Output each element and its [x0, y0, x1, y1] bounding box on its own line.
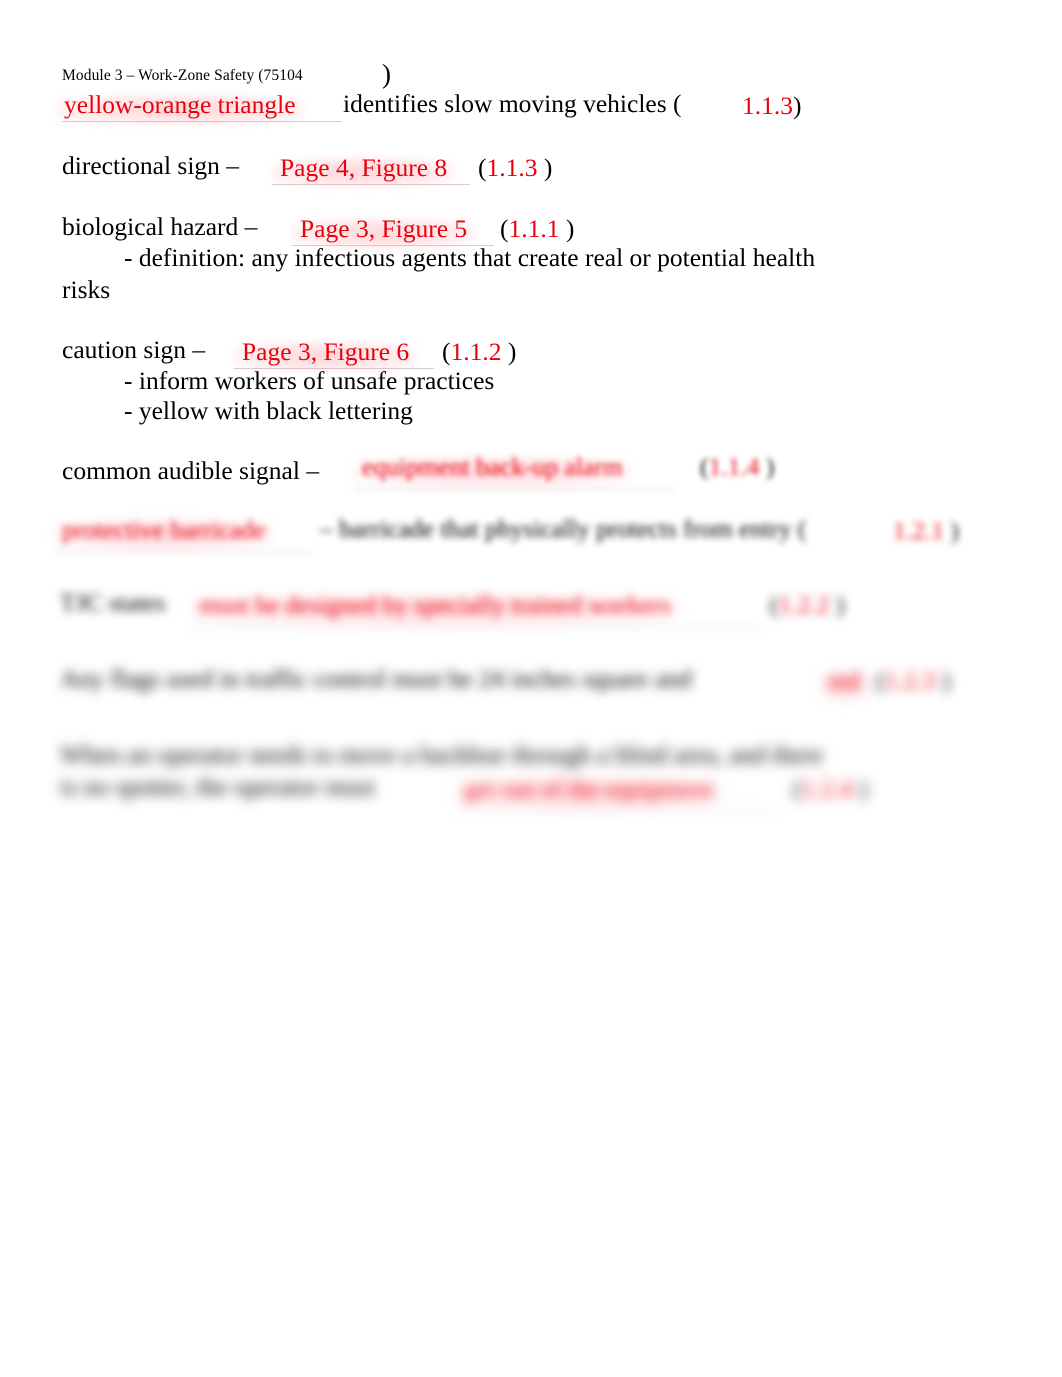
answer-text-6: protective barricade	[62, 515, 266, 544]
entry-9-prompt-line-2: is no spotter, the operator must	[60, 772, 375, 801]
entry-6-reference: 1.2.1 )	[893, 516, 959, 546]
entry-7-ref-open: (	[770, 590, 779, 619]
entry-1-ref-close: )	[793, 91, 802, 120]
entry-7-redacted-prompt-group: TJC states	[60, 590, 166, 616]
entry-5-redacted-answer-group[interactable]: equipment back-up alarm	[354, 452, 674, 490]
entry-7-ref-close: )	[835, 590, 845, 619]
entry-9-redacted-prompt-line2-group: is no spotter, the operator must	[60, 774, 375, 800]
entry-6-ref-close: )	[950, 516, 959, 545]
entry-2-ref-number: 1.1.3	[486, 153, 538, 182]
entry-1-ref-number: 1.1.3	[742, 91, 793, 120]
answer-rule-7	[191, 627, 761, 628]
entry-8-ref-open: (	[876, 666, 885, 695]
entry-2-ref-open: (	[478, 153, 487, 182]
document-header-paren: )	[382, 59, 391, 89]
answer-blank-8[interactable]: red	[826, 666, 863, 696]
answer-text-2: Page 4, Figure 8	[280, 153, 448, 182]
entry-3-reference: (1.1.1 )	[500, 214, 574, 244]
entry-9-redacted-prompt-line1-group: When an operator needs to move a backhoe…	[60, 742, 823, 768]
answer-text-1: yellow-orange triangle	[64, 90, 296, 119]
entry-6-redacted-prompt-group: – barricade that physically protects fro…	[320, 516, 806, 542]
entry-4-reference: (1.1.2 )	[442, 337, 516, 367]
entry-9-redacted-reference-group: (1.2.4 )	[793, 774, 867, 804]
entry-9-ref-close: )	[858, 774, 868, 803]
entry-8-ref-number: 1.2.3	[884, 666, 936, 695]
entry-9-prompt-line-1: When an operator needs to move a backhoe…	[60, 740, 824, 769]
entry-8-prompt: Any flags used in traffic control must b…	[60, 664, 692, 693]
entry-3-note-2: risks	[62, 275, 111, 304]
entry-6-redacted-reference-group: 1.2.1 )	[893, 516, 959, 546]
entry-3-ref-open: (	[500, 214, 509, 243]
entry-1-reference: 1.1.3)	[742, 91, 802, 121]
entry-7-prompt: TJC states	[60, 588, 166, 617]
answer-blank-9[interactable]: get out of the equipment	[462, 774, 715, 804]
answer-text-3: Page 3, Figure 5	[300, 214, 468, 243]
entry-5-ref-number: 1.1.4	[708, 452, 760, 481]
answer-blank-1[interactable]: yellow-orange triangle	[62, 90, 298, 120]
answer-blank-4[interactable]: Page 3, Figure 6	[240, 337, 411, 367]
answer-text-4: Page 3, Figure 6	[242, 337, 410, 366]
answer-blank-6[interactable]: protective barricade	[60, 515, 267, 545]
answer-text-7: must be designed by specially trained wo…	[199, 590, 671, 619]
entry-6-redacted-answer-group[interactable]: protective barricade	[54, 515, 312, 553]
answer-blank-5[interactable]: equipment back-up alarm	[360, 452, 625, 482]
entry-9-reference: (1.2.4 )	[793, 774, 867, 804]
entry-3-ref-close: )	[565, 214, 575, 243]
answer-rule-6	[54, 552, 312, 553]
entry-7-redacted-reference-group: (1.2.2 )	[770, 590, 844, 620]
entry-5-ref-open: (	[700, 452, 709, 481]
entry-4-ref-close: )	[507, 337, 517, 366]
document-header: Module 3 – Work-Zone Safety (75104	[62, 67, 303, 84]
entry-8-reference: (1.2.3 )	[876, 666, 950, 696]
entry-5-prompt: common audible signal –	[62, 456, 320, 485]
entry-9-redacted-answer-group[interactable]: get out of the equipment	[456, 774, 776, 812]
entry-2-prompt: directional sign –	[62, 151, 240, 180]
entry-1-prompt-after: identifies slow moving vehicles (	[343, 89, 682, 118]
entry-2-ref-close: )	[543, 153, 553, 182]
entry-4-ref-open: (	[442, 337, 451, 366]
entry-3-ref-number: 1.1.1	[508, 214, 560, 243]
answer-blank-7[interactable]: must be designed by specially trained wo…	[197, 590, 673, 620]
answer-rule-5	[354, 489, 674, 490]
entry-7-redacted-answer-group[interactable]: must be designed by specially trained wo…	[191, 590, 761, 628]
entry-9-ref-number: 1.2.4	[801, 774, 853, 803]
entry-7-ref-number: 1.2.2	[778, 590, 830, 619]
entry-5-ref-close: )	[765, 452, 775, 481]
entry-6-ref-number: 1.2.1	[893, 516, 944, 545]
answer-text-9: get out of the equipment	[464, 774, 714, 803]
entry-5-reference: (1.1.4 )	[700, 452, 774, 482]
entry-6-prompt-after: – barricade that physically protects fro…	[320, 514, 807, 543]
answer-rule-9	[456, 811, 776, 812]
entry-8-redacted-reference-group: (1.2.3 )	[876, 666, 950, 696]
entry-3-prompt: biological hazard –	[62, 212, 258, 241]
answer-blank-2[interactable]: Page 4, Figure 8	[278, 153, 449, 183]
entry-5-redacted-reference-group: (1.1.4 )	[700, 452, 774, 482]
entry-4-prompt: caution sign –	[62, 335, 206, 364]
entry-8-ref-close: )	[941, 666, 951, 695]
entry-4-ref-number: 1.1.2	[450, 337, 502, 366]
document-page: Module 3 – Work-Zone Safety (75104 ) yel…	[0, 0, 1062, 1377]
answer-text-5: equipment back-up alarm	[362, 452, 623, 481]
entry-9-ref-open: (	[793, 774, 802, 803]
entry-8-redacted-answer-group[interactable]: red	[826, 666, 863, 696]
entry-7-reference: (1.2.2 )	[770, 590, 844, 620]
answer-text-8: red	[828, 666, 861, 695]
answer-blank-3[interactable]: Page 3, Figure 5	[298, 214, 469, 244]
entry-2-reference: (1.1.3 )	[478, 153, 552, 183]
entry-4-note-2: - yellow with black lettering	[124, 396, 413, 425]
entry-8-redacted-prompt-group: Any flags used in traffic control must b…	[60, 666, 692, 692]
